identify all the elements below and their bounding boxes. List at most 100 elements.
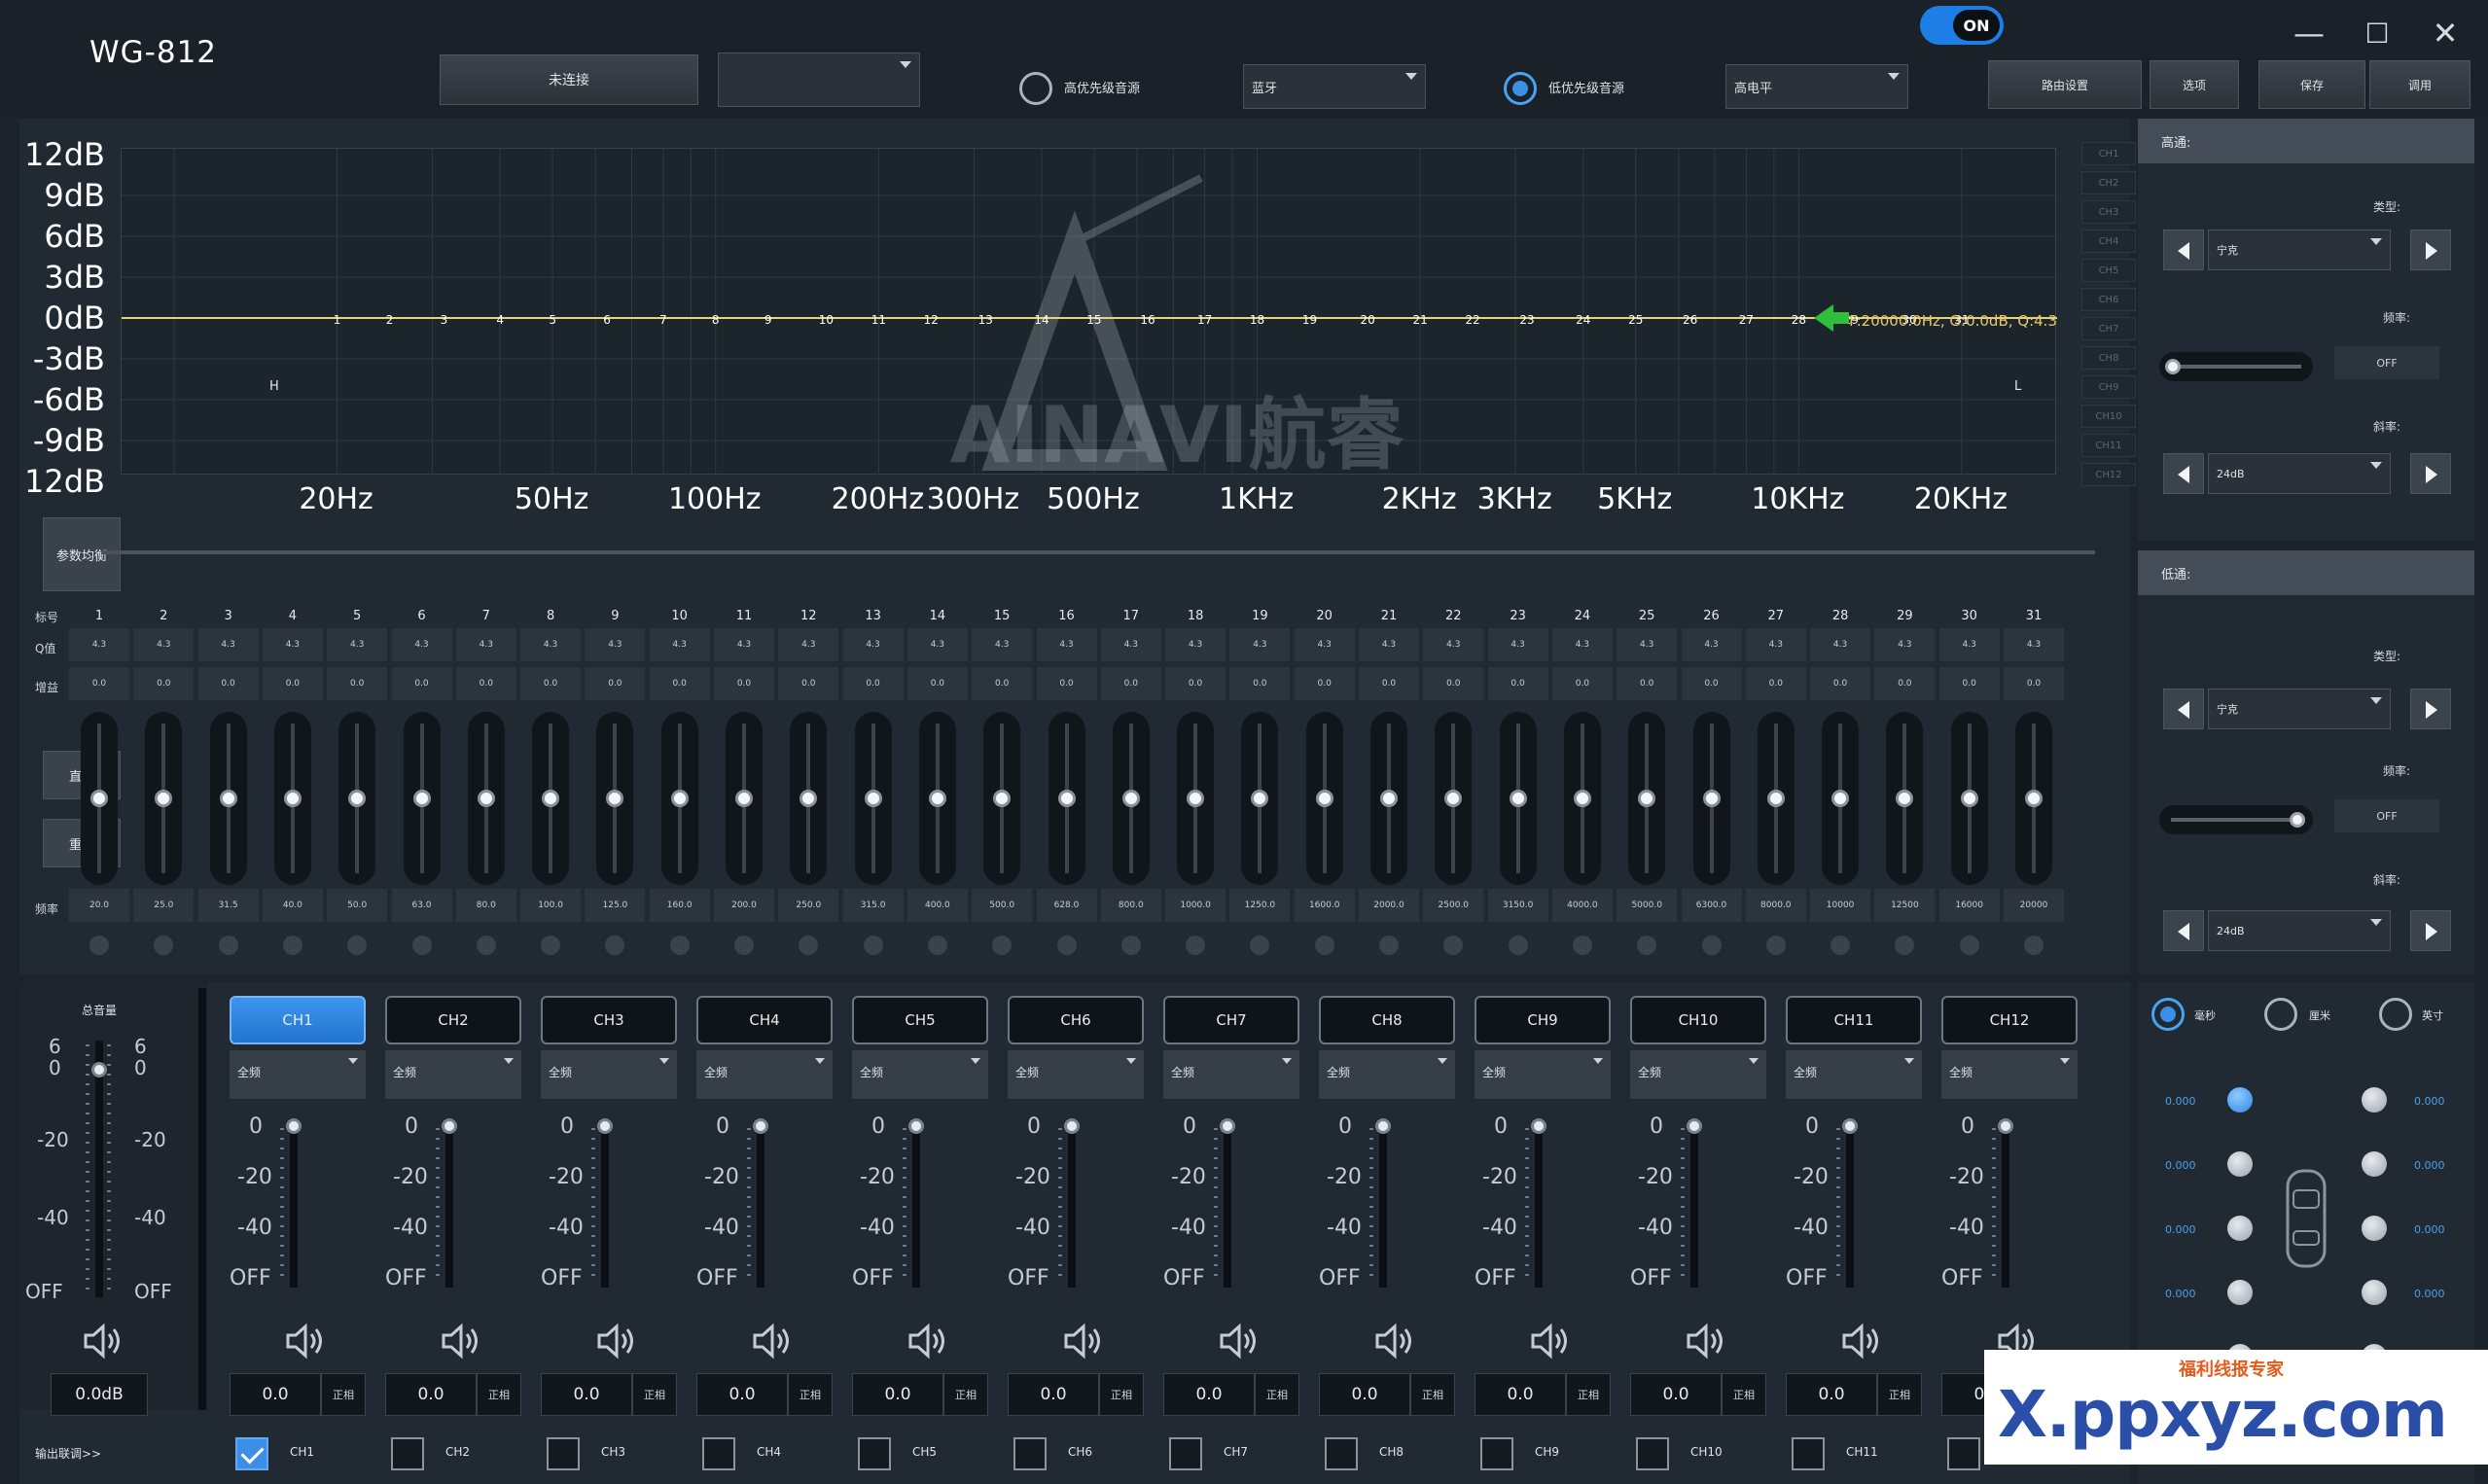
band-point-label[interactable]: 25 — [1628, 313, 1643, 327]
band-gain-value[interactable]: 0.0 — [842, 667, 904, 700]
band-freq-value[interactable]: 2500.0 — [1423, 889, 1484, 922]
band-freq-value[interactable]: 40.0 — [262, 889, 323, 922]
band-freq-value[interactable]: 6300.0 — [1681, 889, 1742, 922]
band-freq-value[interactable]: 1000.0 — [1165, 889, 1226, 922]
band-select-dot[interactable] — [218, 936, 238, 955]
param-eq-button[interactable]: 参数均衡 — [43, 517, 121, 591]
hp-type-prev-icon[interactable] — [2163, 230, 2204, 270]
band-point-label[interactable]: 27 — [1739, 313, 1754, 327]
low-priority-radio[interactable] — [1504, 72, 1537, 105]
band-point-label[interactable]: 8 — [712, 313, 720, 327]
band-q-value[interactable]: 4.3 — [1551, 628, 1613, 661]
unit-cm-radio[interactable] — [2264, 998, 2297, 1031]
minimize-icon[interactable]: — — [2290, 14, 2328, 53]
lp-type-select[interactable]: 宁克 — [2208, 689, 2391, 729]
channel-fader-knob[interactable] — [597, 1118, 613, 1134]
band-select-dot[interactable] — [347, 936, 368, 955]
delay-speaker-dot-right[interactable] — [2362, 1087, 2387, 1113]
band-select-dot[interactable] — [1701, 936, 1722, 955]
band-select-dot[interactable] — [1895, 936, 1915, 955]
band-freq-value[interactable]: 5000.0 — [1617, 889, 1678, 922]
channel-mode-select[interactable]: 全频 — [1786, 1050, 1922, 1099]
channel-gain-input[interactable]: 0.0 — [696, 1373, 788, 1416]
lp-freq-knob[interactable] — [2290, 812, 2305, 828]
lp-freq-slider[interactable] — [2159, 805, 2313, 834]
band-select-dot[interactable] — [89, 936, 109, 955]
channel-fader-track[interactable] — [2002, 1122, 2009, 1288]
channel-mode-select[interactable]: 全频 — [385, 1050, 521, 1099]
channel-fader-track[interactable] — [1535, 1122, 1543, 1288]
channel-phase-button[interactable]: 正相 — [1255, 1373, 1299, 1416]
band-q-value[interactable]: 4.3 — [69, 628, 129, 661]
channel-fader-knob[interactable] — [1842, 1118, 1858, 1134]
band-gain-value[interactable]: 0.0 — [649, 667, 710, 700]
channel-phase-button[interactable]: 正相 — [321, 1373, 366, 1416]
channel-link-checkbox[interactable] — [1792, 1437, 1825, 1470]
hp-freq-slider[interactable] — [2159, 352, 2313, 381]
band-point-label[interactable]: 24 — [1576, 313, 1590, 327]
channel-gain-input[interactable]: 0.0 — [1630, 1373, 1722, 1416]
channel-speaker-icon[interactable] — [1685, 1323, 1727, 1360]
band-select-dot[interactable] — [1765, 936, 1786, 955]
band-select-dot[interactable] — [799, 936, 819, 955]
master-speaker-icon[interactable] — [82, 1323, 124, 1360]
band-point-label[interactable]: 15 — [1086, 313, 1101, 327]
channel-link-checkbox[interactable] — [235, 1437, 268, 1470]
band-select-dot[interactable] — [992, 936, 1013, 955]
band-gain-value[interactable]: 0.0 — [69, 667, 129, 700]
delay-speaker-dot-left[interactable] — [2227, 1280, 2253, 1305]
band-point-label[interactable]: 19 — [1302, 313, 1317, 327]
recall-button[interactable]: 调用 — [2369, 60, 2470, 109]
band-point-label[interactable]: 5 — [549, 313, 556, 327]
channel-mode-select[interactable]: 全频 — [230, 1050, 366, 1099]
band-select-dot[interactable] — [154, 936, 174, 955]
channel-phase-button[interactable]: 正相 — [1722, 1373, 1766, 1416]
band-gain-knob[interactable] — [1573, 790, 1591, 807]
band-gain-knob[interactable] — [1121, 790, 1140, 807]
band-q-value[interactable]: 4.3 — [197, 628, 259, 661]
channel-mode-select[interactable]: 全频 — [1630, 1050, 1766, 1099]
selected-band-arrow-icon[interactable] — [1814, 304, 1849, 332]
band-select-dot[interactable] — [734, 936, 754, 955]
band-freq-value[interactable]: 10000 — [1810, 889, 1871, 922]
channel-phase-button[interactable]: 正相 — [1877, 1373, 1922, 1416]
band-freq-value[interactable]: 628.0 — [1036, 889, 1097, 922]
band-point-label[interactable]: 28 — [1792, 313, 1806, 327]
band-q-value[interactable]: 4.3 — [1100, 628, 1161, 661]
band-point-label[interactable]: 13 — [978, 313, 993, 327]
master-fader-knob[interactable] — [91, 1062, 107, 1078]
graph-channel-tag[interactable]: CH1 — [2081, 142, 2136, 165]
band-q-value[interactable]: 4.3 — [1617, 628, 1678, 661]
graph-channel-tag[interactable]: CH11 — [2081, 434, 2136, 457]
channel-fader-knob[interactable] — [753, 1118, 768, 1134]
channel-fader-track[interactable] — [1690, 1122, 1698, 1288]
channel-fader-knob[interactable] — [1375, 1118, 1391, 1134]
band-gain-value[interactable]: 0.0 — [1874, 667, 1936, 700]
channel-tab-ch8[interactable]: CH8 — [1319, 996, 1455, 1044]
band-gain-value[interactable]: 0.0 — [327, 667, 388, 700]
channel-tab-ch1[interactable]: CH1 — [230, 996, 366, 1044]
channel-speaker-icon[interactable] — [1840, 1323, 1883, 1360]
channel-speaker-icon[interactable] — [1218, 1323, 1261, 1360]
band-q-value[interactable]: 4.3 — [1487, 628, 1548, 661]
band-select-dot[interactable] — [541, 936, 561, 955]
channel-mode-select[interactable]: 全频 — [1941, 1050, 2078, 1099]
channel-fader-track[interactable] — [1846, 1122, 1854, 1288]
band-gain-value[interactable]: 0.0 — [1036, 667, 1097, 700]
band-gain-value[interactable]: 0.0 — [1359, 667, 1419, 700]
band-freq-value[interactable]: 4000.0 — [1551, 889, 1613, 922]
band-gain-value[interactable]: 0.0 — [1810, 667, 1871, 700]
channel-gain-input[interactable]: 0.0 — [230, 1373, 321, 1416]
band-freq-value[interactable]: 800.0 — [1100, 889, 1161, 922]
band-point-label[interactable]: 11 — [871, 313, 886, 327]
channel-tab-ch11[interactable]: CH11 — [1786, 996, 1922, 1044]
channel-gain-input[interactable]: 0.0 — [541, 1373, 632, 1416]
high-priority-radio[interactable] — [1019, 72, 1052, 105]
band-select-dot[interactable] — [669, 936, 690, 955]
band-gain-knob[interactable] — [670, 790, 689, 807]
band-gain-value[interactable]: 0.0 — [133, 667, 195, 700]
band-point-label[interactable]: 3 — [441, 313, 448, 327]
band-freq-value[interactable]: 25.0 — [133, 889, 195, 922]
band-point-label[interactable]: 4 — [496, 313, 504, 327]
channel-tab-ch9[interactable]: CH9 — [1475, 996, 1611, 1044]
